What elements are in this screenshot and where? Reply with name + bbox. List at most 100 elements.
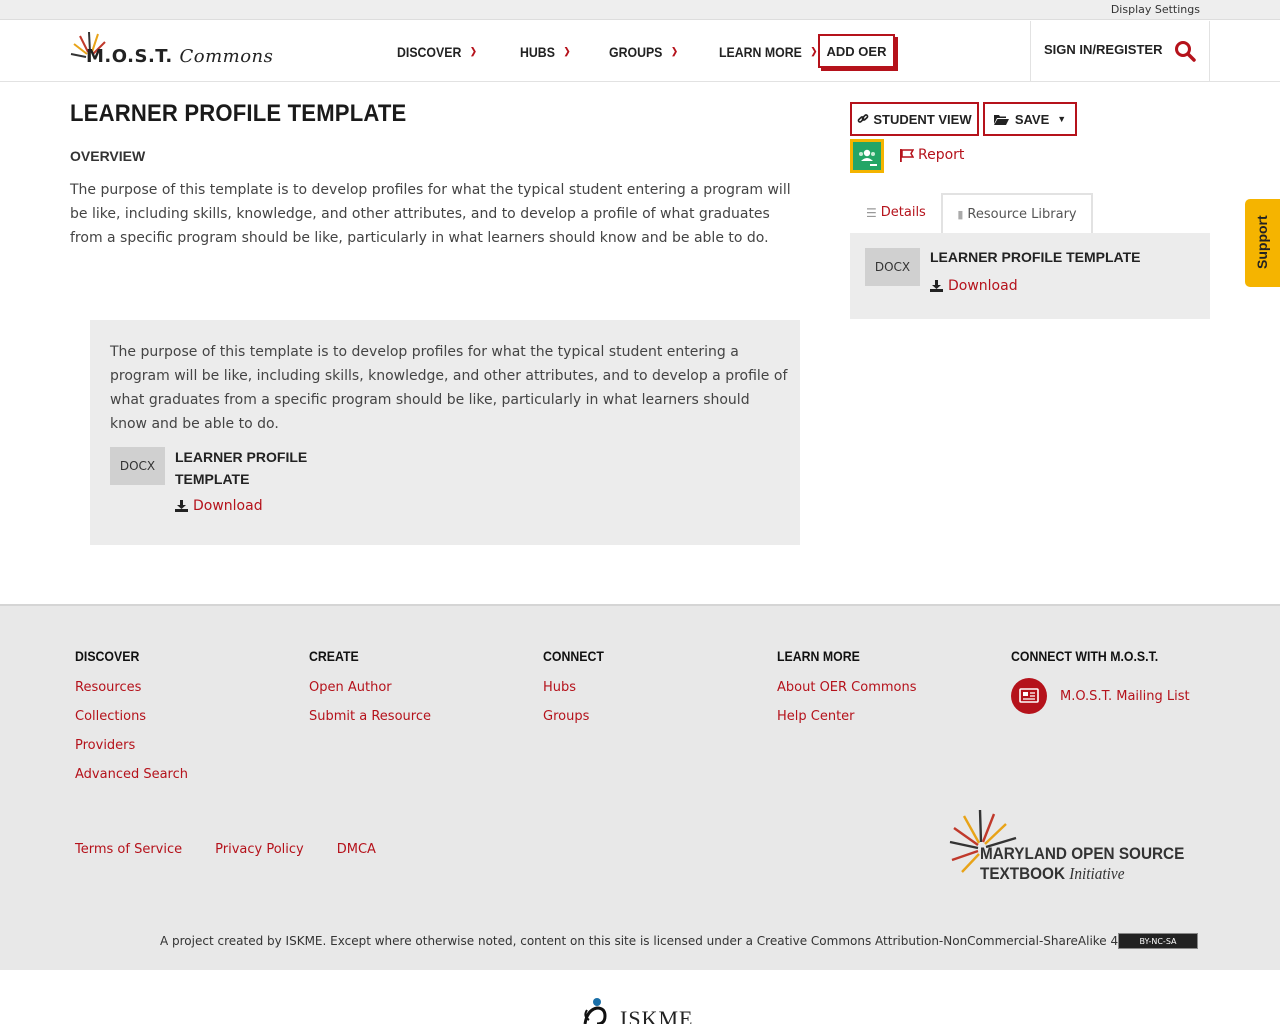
footer-link-collections[interactable]: Collections: [75, 707, 188, 726]
support-label: Support: [1254, 215, 1270, 269]
footer-link-help-center[interactable]: Help Center: [777, 707, 917, 726]
footer-link-hubs[interactable]: Hubs: [543, 678, 612, 697]
cc-badge-text: BY-NC-SA: [1139, 936, 1177, 946]
tab-details-label: Details: [880, 205, 926, 220]
display-settings-link[interactable]: Display Settings: [1111, 3, 1200, 16]
google-classroom-icon[interactable]: [850, 139, 884, 173]
site-footer: DISCOVER Resources Collections Providers…: [0, 604, 1280, 970]
folder-open-icon: [993, 114, 1009, 125]
footer-col-discover: DISCOVER Resources Collections Providers…: [75, 648, 188, 794]
link-icon: [858, 114, 869, 123]
nav-hubs-label: HUBS: [519, 43, 555, 60]
most-commons-logo[interactable]: M.O.S.T. Commons: [70, 30, 273, 72]
footer-link-about[interactable]: About OER Commons: [777, 678, 917, 697]
footer-link-groups[interactable]: Groups: [543, 707, 612, 726]
save-button[interactable]: SAVE ▼: [983, 102, 1077, 136]
list-icon: ☰: [866, 205, 877, 220]
cc-license-badge[interactable]: BY-NC-SA: [1118, 933, 1198, 949]
download-icon: [175, 500, 188, 512]
logo-main-text: M.O.S.T.: [86, 46, 173, 67]
file-name: LEARNER PROFILE TEMPLATE: [175, 449, 308, 487]
iskme-logo[interactable]: ISKME: [575, 996, 715, 1024]
footer-col-connect: CONNECT Hubs Groups: [543, 648, 612, 736]
site-header: M.O.S.T. Commons DISCOVER ❯ HUBS ❯ GROUPS ❯…: [0, 21, 1280, 82]
moti-line-2-text: TEXTBOOK: [980, 864, 1066, 883]
logo-wordmark: M.O.S.T. Commons: [86, 46, 273, 67]
nav-discover[interactable]: DISCOVER ❯: [397, 44, 477, 60]
file-name: LEARNER PROFILE TEMPLATE: [930, 249, 1141, 265]
file-type-badge: DOCX: [865, 248, 920, 286]
mailing-list-row: M.O.S.T. Mailing List: [1011, 678, 1190, 714]
footer-heading: CONNECT WITH M.O.S.T.: [1011, 648, 1159, 664]
flag-icon: [900, 148, 914, 162]
page-title: LEARNER PROFILE TEMPLATE: [70, 100, 407, 127]
sign-in-register-link[interactable]: SIGN IN/REGISTER: [1044, 42, 1162, 57]
overview-heading: OVERVIEW: [70, 148, 146, 164]
utility-bar: Display Settings: [0, 0, 1280, 20]
nav-discover-label: DISCOVER: [397, 43, 462, 60]
nav-groups-label: GROUPS: [608, 43, 663, 60]
resource-panel: The purpose of this template is to devel…: [90, 320, 800, 545]
mailing-list-link[interactable]: M.O.S.T. Mailing List: [1060, 687, 1190, 706]
nav-hubs[interactable]: HUBS ❯: [520, 44, 570, 60]
nav-learn-more[interactable]: LEARN MORE ❯: [719, 44, 817, 60]
moti-line-2-italic: Initiative: [1069, 864, 1125, 883]
moti-line-2: TEXTBOOK Initiative: [980, 864, 1125, 884]
newspaper-glyph: [1019, 688, 1039, 703]
footer-link-providers[interactable]: Providers: [75, 736, 188, 755]
chevron-down-icon: ❯: [563, 46, 571, 56]
iskme-figure-icon: [583, 998, 607, 1024]
report-link[interactable]: Report: [900, 147, 964, 163]
footer-heading: CREATE: [309, 648, 359, 664]
tab-details[interactable]: ☰ Details: [866, 205, 926, 220]
classroom-glyph: [859, 149, 877, 166]
footer-col-connect-with-most: CONNECT WITH M.O.S.T. M.O.S.T. Mailing L…: [1011, 648, 1190, 714]
terms-of-service-link[interactable]: Terms of Service: [75, 842, 182, 857]
moti-line-1: MARYLAND OPEN SOURCE: [980, 844, 1185, 863]
student-view-label: STUDENT VIEW: [873, 111, 972, 127]
legal-links: Terms of Service Privacy Policy DMCA: [75, 842, 409, 857]
license-text: A project created by ISKME. Except where…: [160, 934, 1183, 948]
save-label: SAVE: [1014, 111, 1050, 127]
search-icon[interactable]: [1174, 40, 1196, 62]
download-link[interactable]: Download: [175, 498, 263, 514]
chevron-down-icon: ❯: [671, 46, 678, 56]
tab-resource-library-label: Resource Library: [967, 207, 1077, 222]
download-label: Download: [193, 498, 263, 514]
iskme-wordmark: ISKME: [620, 1006, 694, 1024]
file-type-badge: DOCX: [110, 447, 165, 485]
report-label: Report: [918, 147, 965, 163]
caret-down-icon: ▼: [1057, 114, 1067, 124]
main-nav: DISCOVER ❯ HUBS ❯ GROUPS ❯ LEARN MORE ❯: [397, 21, 863, 82]
overview-text: The purpose of this template is to devel…: [70, 182, 791, 246]
footer-heading: CONNECT: [543, 648, 604, 664]
resource-library-panel: DOCX LEARNER PROFILE TEMPLATE Download: [850, 233, 1210, 319]
chevron-down-icon: ❯: [470, 46, 477, 56]
download-label: Download: [948, 278, 1018, 294]
footer-link-advanced-search[interactable]: Advanced Search: [75, 765, 188, 784]
footer-col-create: CREATE Open Author Submit a Resource: [309, 648, 431, 736]
download-icon: [930, 280, 943, 292]
newsletter-icon[interactable]: [1011, 678, 1047, 714]
footer-heading: LEARN MORE: [777, 648, 860, 664]
dmca-link[interactable]: DMCA: [337, 842, 376, 857]
footer-col-learn-more: LEARN MORE About OER Commons Help Center: [777, 648, 917, 736]
add-oer-button[interactable]: ADD OER: [818, 34, 895, 68]
footer-link-resources[interactable]: Resources: [75, 678, 188, 697]
download-link[interactable]: Download: [930, 278, 1018, 294]
privacy-policy-link[interactable]: Privacy Policy: [215, 842, 304, 857]
book-icon: ▮: [957, 208, 964, 221]
footer-heading: DISCOVER: [75, 648, 140, 664]
moti-logo[interactable]: MARYLAND OPEN SOURCE TEXTBOOK Initiative: [948, 808, 1200, 886]
nav-learn-more-label: LEARN MORE: [719, 43, 802, 60]
tab-resource-library[interactable]: ▮ Resource Library: [941, 193, 1093, 234]
footer-link-open-author[interactable]: Open Author: [309, 678, 431, 697]
logo-sub-text: Commons: [179, 46, 274, 67]
student-view-button[interactable]: STUDENT VIEW: [850, 102, 979, 136]
footer-link-submit-resource[interactable]: Submit a Resource: [309, 707, 431, 726]
panel-description: The purpose of this template is to devel…: [110, 344, 788, 432]
support-tab[interactable]: Support: [1245, 199, 1280, 287]
nav-groups[interactable]: GROUPS ❯: [609, 44, 678, 60]
account-area: SIGN IN/REGISTER: [1030, 21, 1210, 82]
chevron-down-icon: ❯: [810, 46, 818, 56]
